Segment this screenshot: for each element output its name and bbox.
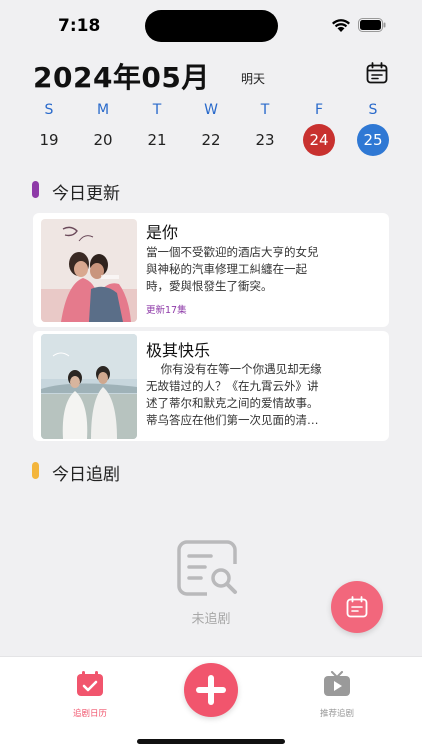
desc-line: 時，愛與恨發生了衝突。 [146, 279, 273, 293]
tomorrow-label[interactable]: 明天 [241, 70, 265, 87]
battery-icon [358, 18, 386, 32]
calendar-check-icon [77, 671, 103, 696]
drama-title: 极其快乐 [146, 341, 211, 360]
desc-line: 與神秘的汽車修理工糾纏在一起 [146, 262, 307, 276]
drama-poster[interactable] [41, 334, 137, 439]
section-title: 今日更新 [52, 184, 120, 204]
day-thursday[interactable]: T 23 [238, 100, 292, 160]
day-tuesday[interactable]: T 21 [130, 100, 184, 160]
week-strip: S 19 M 20 T 21 W 22 T 23 F 24 S 25 [22, 100, 400, 160]
day-friday[interactable]: F 24 [292, 100, 346, 160]
empty-search-doc-icon [177, 540, 241, 598]
day-letter: S [368, 102, 378, 118]
drama-description: 你有没有在等一个你遇见却无缘 无故错过的人？《在九霄云外》讲 述了蒂尔和默克之间… [146, 361, 346, 429]
calendar-header: 2024年05月 明天 [0, 50, 422, 94]
day-wednesday[interactable]: W 22 [184, 100, 238, 160]
tab-label: 推荐追剧 [319, 709, 354, 719]
tv-play-icon [324, 671, 350, 696]
calendar-today-icon [346, 596, 368, 618]
day-letter: T [152, 102, 162, 118]
day-letter: W [204, 102, 218, 118]
day-letter: T [260, 102, 270, 118]
section-accent-bar [32, 181, 39, 198]
tab-label: 追剧日历 [72, 709, 107, 719]
day-sunday[interactable]: S 19 [22, 100, 76, 160]
drama-card[interactable]: 极其快乐 你有没有在等一个你遇见却无缘 无故错过的人？《在九霄云外》讲 述了蒂尔… [33, 331, 389, 441]
status-bar: 7:18 [0, 0, 422, 50]
drama-poster[interactable] [41, 219, 137, 322]
day-date[interactable]: 22 [195, 124, 227, 156]
day-date-highlighted[interactable]: 24 [303, 124, 335, 156]
day-letter: M [96, 102, 110, 118]
desc-line: 述了蒂尔和默克之间的爱情故事。 [146, 396, 319, 410]
section-title: 今日追剧 [52, 465, 120, 485]
dynamic-island [145, 10, 278, 42]
day-date[interactable]: 20 [87, 124, 119, 156]
month-title[interactable]: 2024年05月 [33, 56, 210, 96]
drama-description: 當一個不受歡迎的酒店大亨的女兒 與神秘的汽車修理工糾纏在一起 時，愛與恨發生了衝… [146, 244, 346, 295]
tab-bar: 追剧日历 推荐追剧 [0, 656, 422, 750]
drama-title: 是你 [146, 223, 179, 242]
day-date[interactable]: 21 [141, 124, 173, 156]
status-time: 7:18 [58, 16, 101, 36]
desc-line: 當一個不受歡迎的酒店大亨的女兒 [146, 245, 319, 259]
tab-recommend[interactable]: 推荐追剧 [297, 667, 377, 719]
drama-card[interactable]: 是你 當一個不受歡迎的酒店大亨的女兒 與神秘的汽車修理工糾纏在一起 時，愛與恨發… [33, 213, 389, 327]
day-saturday[interactable]: S 25 [346, 100, 400, 160]
desc-line: 无故错过的人？《在九霄云外》讲 [146, 379, 319, 393]
section-today-follow: 今日追剧 [32, 459, 332, 485]
add-button[interactable] [184, 663, 238, 717]
desc-line: 蒂乌答应在他们第一次见面的清… [146, 413, 319, 427]
section-today-updates: 今日更新 [32, 178, 332, 204]
episode-update-label: 更新17集 [146, 305, 187, 316]
plus-icon [196, 675, 226, 705]
day-letter: S [44, 102, 54, 118]
day-monday[interactable]: M 20 [76, 100, 130, 160]
day-letter: F [314, 102, 324, 118]
today-calendar-fab[interactable] [331, 581, 383, 633]
tab-drama-calendar[interactable]: 追剧日历 [50, 667, 130, 719]
calendar-icon[interactable] [366, 62, 388, 84]
wifi-icon [332, 19, 350, 32]
day-date[interactable]: 19 [33, 124, 65, 156]
section-accent-bar [32, 462, 39, 479]
desc-line: 你有没有在等一个你遇见却无缘 [146, 362, 322, 376]
day-date-selected[interactable]: 25 [357, 124, 389, 156]
day-date[interactable]: 23 [249, 124, 281, 156]
home-indicator [137, 739, 285, 744]
